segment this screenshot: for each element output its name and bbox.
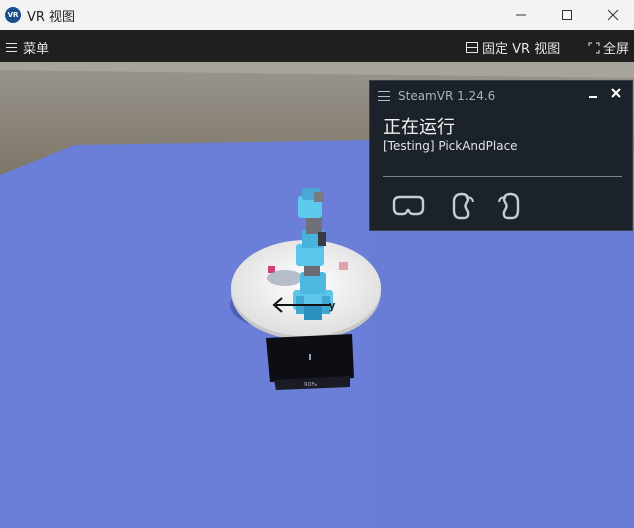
steamvr-close-button[interactable] bbox=[607, 86, 625, 104]
fix-vr-view-label: 固定 VR 视图 bbox=[482, 42, 561, 57]
close-button[interactable] bbox=[590, 0, 634, 30]
minimize-icon bbox=[589, 96, 597, 98]
menu-button[interactable]: 菜单 bbox=[6, 38, 49, 57]
screen-label: ЯDFь bbox=[304, 382, 317, 388]
headset-status[interactable] bbox=[390, 188, 426, 222]
target-cube bbox=[339, 262, 348, 270]
vr-app-icon: VR bbox=[5, 7, 21, 23]
steamvr-menu-icon[interactable] bbox=[378, 91, 390, 101]
menu-label: 菜单 bbox=[23, 42, 50, 57]
steamvr-running-status: 正在运行 bbox=[383, 117, 455, 138]
controller-right-icon bbox=[498, 192, 520, 220]
steamvr-app-name: [Testing] PickAndPlace bbox=[383, 139, 518, 153]
fullscreen-label: 全屏 bbox=[603, 42, 630, 57]
right-controller-status[interactable] bbox=[492, 188, 528, 222]
steamvr-status-panel: SteamVR 1.24.6 正在运行 [Testing] PickAndPla… bbox=[369, 80, 633, 231]
info-screen: ЯDFь bbox=[266, 334, 354, 390]
maximize-icon bbox=[562, 10, 572, 20]
pin-view-icon bbox=[466, 42, 478, 53]
floor-right-shade bbox=[369, 230, 634, 528]
steamvr-minimize-button[interactable] bbox=[584, 87, 602, 105]
fix-vr-view-button[interactable]: 固定 VR 视图 bbox=[466, 38, 560, 57]
minimize-icon bbox=[516, 14, 526, 16]
hamburger-icon bbox=[6, 43, 17, 52]
close-icon bbox=[607, 9, 619, 21]
fullscreen-icon bbox=[588, 42, 600, 53]
steamvr-title: SteamVR 1.24.6 bbox=[398, 89, 496, 103]
minimize-button[interactable] bbox=[498, 0, 544, 30]
menu-bar: 菜单 固定 VR 视图 全屏 bbox=[0, 30, 634, 62]
close-icon bbox=[611, 88, 621, 98]
left-controller-status[interactable] bbox=[446, 188, 482, 222]
controller-left-icon bbox=[452, 192, 474, 220]
headset-icon bbox=[392, 195, 425, 216]
window-titlebar: VR VR 视图 bbox=[0, 0, 634, 30]
maximize-button[interactable] bbox=[544, 0, 590, 30]
fullscreen-button[interactable]: 全屏 bbox=[588, 38, 629, 57]
robot-shadow bbox=[267, 270, 303, 286]
axis-label-y: y bbox=[329, 300, 336, 312]
steamvr-divider bbox=[383, 176, 622, 177]
steamvr-header: SteamVR 1.24.6 bbox=[370, 81, 632, 111]
window-title: VR 视图 bbox=[27, 9, 76, 25]
